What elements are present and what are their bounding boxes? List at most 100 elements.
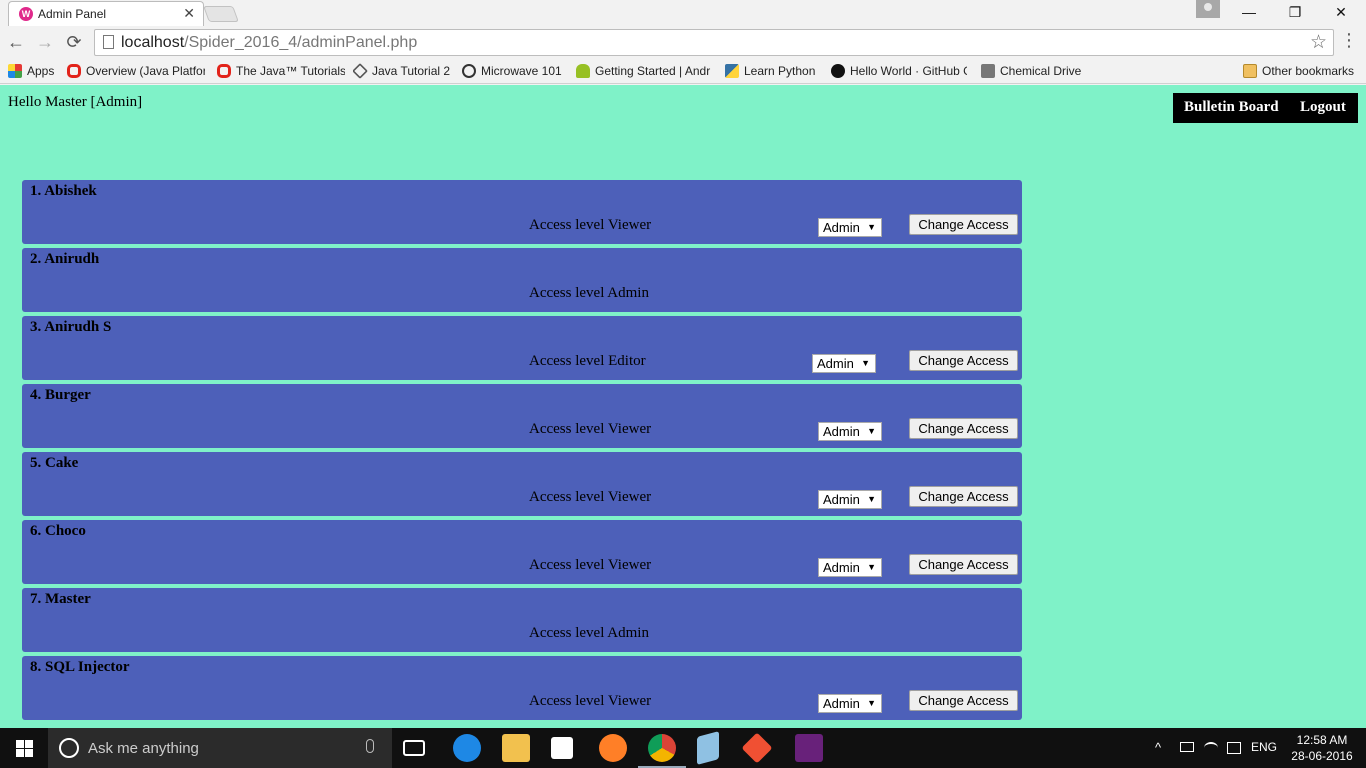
dropdown-arrow-icon: ▼ [861,358,870,368]
clock[interactable]: 12:58 AM 28-06-2016 [1290,732,1354,764]
select-value: Admin [817,356,854,371]
apps-grid-icon [8,64,22,78]
access-level-select[interactable]: Admin ▼ [818,694,882,713]
cortana-icon [59,738,79,758]
language-indicator[interactable]: ENG [1251,740,1277,754]
chrome-menu-icon[interactable]: ⋮ [1340,30,1358,51]
store-icon[interactable] [551,737,573,759]
access-level-select[interactable]: Admin ▼ [818,558,882,577]
user-profile-icon[interactable] [1196,0,1220,18]
wifi-icon[interactable] [1204,742,1218,754]
close-icon[interactable]: ✕ [183,6,195,20]
bookmarks-bar: Apps Overview (Java Platfor The Java™ Tu… [0,58,1366,84]
tray-chevron-icon[interactable]: ^ [1155,740,1161,755]
select-value: Admin [823,696,860,711]
minimize-button[interactable]: — [1226,0,1272,26]
user-number: 6. [30,523,42,539]
microphone-icon[interactable] [366,739,374,753]
user-name-text: Anirudh [44,251,100,267]
new-tab-button[interactable] [203,6,239,22]
url-text[interactable]: localhost/Spider_2016_4/adminPanel.php [121,34,417,52]
oracle-icon [67,64,81,78]
bulletin-board-link[interactable]: Bulletin Board [1184,99,1279,116]
access-level-text: Access level Viewer [529,489,652,505]
change-access-button[interactable]: Change Access [909,418,1018,439]
access-level-select[interactable]: Admin ▼ [812,354,876,373]
change-access-button[interactable]: Change Access [909,486,1018,507]
greeting-text: Hello Master [Admin] [8,94,143,110]
windows-start-icon[interactable] [0,728,48,768]
bookmark-learn-python[interactable]: Learn Python [725,62,821,80]
access-level-select[interactable]: Admin ▼ [818,218,882,237]
notifications-icon[interactable] [1227,742,1241,754]
bookmark-overview-java[interactable]: Overview (Java Platfor [67,62,205,80]
address-bar[interactable]: localhost/Spider_2016_4/adminPanel.php ☆ [94,29,1334,56]
bookmark-label: Java Tutorial 2 [372,64,451,78]
globe-icon [462,64,476,78]
firefox-icon[interactable] [599,734,627,762]
user-name: 3. Anirudh S [30,319,111,336]
change-access-button[interactable]: Change Access [909,690,1018,711]
browser-toolbar: ← → ⟳ localhost/Spider_2016_4/adminPanel… [0,26,1366,58]
tab-title: Admin Panel [38,7,107,21]
other-bookmarks[interactable]: Other bookmarks [1243,62,1361,80]
bookmark-java-tutorial-2[interactable]: Java Tutorial 2 [353,62,453,80]
select-value: Admin [823,424,860,439]
access-level-text: Access level Viewer [529,557,652,573]
edge-icon[interactable] [453,734,481,762]
reload-button[interactable]: ⟳ [62,30,86,54]
access-level-text: Access level Editor [529,353,646,369]
user-name: 8. SQL Injector [30,659,130,676]
change-access-button[interactable]: Change Access [909,554,1018,575]
logout-link[interactable]: Logout [1300,99,1346,116]
python-icon [725,64,739,78]
bookmark-microwave-101[interactable]: Microwave 101 [462,62,566,80]
file-explorer-icon[interactable] [502,734,530,762]
bookmark-label: Microwave 101 [481,64,562,78]
user-card: 2. Anirudh Access level Admin [22,248,1022,312]
restore-button[interactable]: ❐ [1272,0,1318,26]
access-level-text: Access level Admin [529,285,649,301]
access-level-text: Access level Admin [529,625,649,641]
bookmark-chemical-drive[interactable]: Chemical Drive [981,62,1085,80]
select-value: Admin [823,560,860,575]
change-access-button[interactable]: Change Access [909,214,1018,235]
bookmark-label: Apps [27,64,55,78]
other-bookmarks-label: Other bookmarks [1262,64,1355,78]
user-card: 5. Cake Access level Viewer Admin ▼ Chang… [22,452,1022,516]
user-card: 7. Master Access level Admin [22,588,1022,652]
folder-icon [1243,64,1257,78]
visual-studio-icon[interactable] [795,734,823,762]
bookmark-android-getting-started[interactable]: Getting Started | Andr [576,62,712,80]
top-nav: Bulletin Board Logout [1173,93,1358,123]
chrome-icon[interactable] [648,734,676,762]
user-card: 4. Burger Access level Viewer Admin ▼ Cha… [22,384,1022,448]
user-name-text: SQL Injector [45,659,130,675]
bookmark-label: Getting Started | Andr [595,64,711,78]
git-icon[interactable] [741,732,773,764]
access-level-select[interactable]: Admin ▼ [818,490,882,509]
cortana-search-box[interactable]: Ask me anything [48,728,392,768]
task-view-icon[interactable] [403,740,425,756]
change-access-button[interactable]: Change Access [909,350,1018,371]
bookmark-label: Overview (Java Platfor [86,64,205,78]
close-window-button[interactable]: ✕ [1318,0,1364,26]
page-icon [103,35,114,49]
user-card: 8. SQL Injector Access level Viewer Admi… [22,656,1022,720]
user-number: 1. [30,183,42,199]
notepad-icon[interactable] [697,731,719,765]
bookmark-apps[interactable]: Apps [8,62,60,80]
forward-button[interactable]: → [33,30,57,54]
battery-icon[interactable] [1180,742,1194,752]
user-number: 4. [30,387,42,403]
user-name-text: Burger [45,387,91,403]
tab-strip: W Admin Panel ✕ — ❐ ✕ [0,0,1366,26]
access-level-select[interactable]: Admin ▼ [818,422,882,441]
bookmark-star-icon[interactable]: ☆ [1310,31,1327,54]
user-card: 3. Anirudh S Access level Editor Admin ▼ … [22,316,1022,380]
dropdown-arrow-icon: ▼ [867,222,876,232]
back-button[interactable]: ← [4,30,28,54]
tab-admin-panel[interactable]: W Admin Panel ✕ [8,1,204,26]
bookmark-java-tutorials[interactable]: The Java™ Tutorials [217,62,345,80]
bookmark-github-hello-world[interactable]: Hello World · GitHub G [831,62,967,80]
